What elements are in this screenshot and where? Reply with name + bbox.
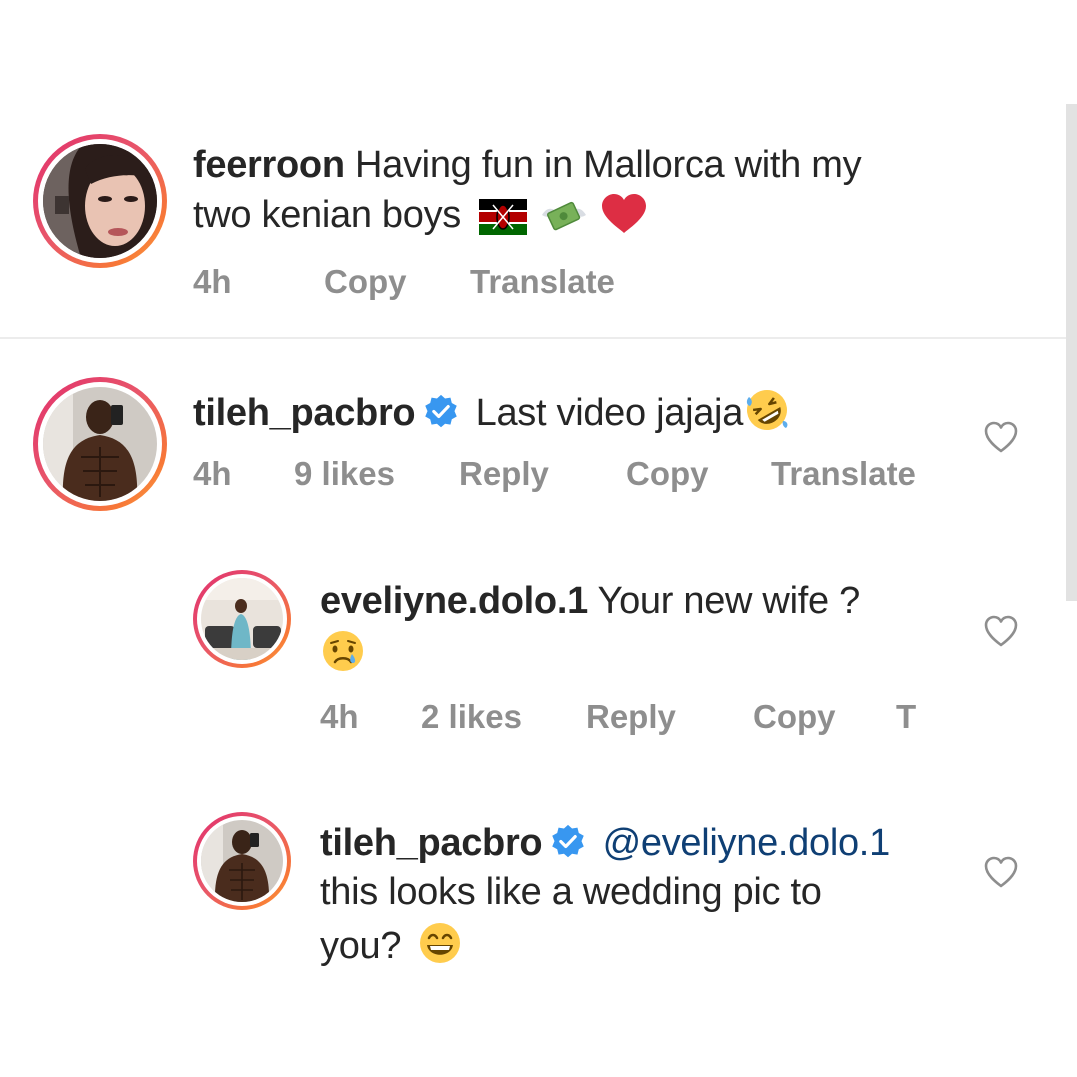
likes-count[interactable]: 9 likes xyxy=(294,455,395,493)
like-heart-icon[interactable] xyxy=(983,420,1019,454)
comment-text-line: tileh_pacbro Last video jajaja xyxy=(193,387,791,435)
verified-badge-icon xyxy=(550,824,586,860)
username[interactable]: tileh_pacbro xyxy=(193,392,416,434)
money-with-wings-icon xyxy=(540,195,588,235)
translate-button[interactable]: T xyxy=(896,698,916,736)
like-heart-icon[interactable] xyxy=(983,614,1019,648)
comment-text-line: feerroon Having fun in Mallorca with my xyxy=(193,144,862,187)
verified-badge-icon xyxy=(423,394,459,430)
avatar[interactable] xyxy=(193,812,291,910)
copy-button[interactable]: Copy xyxy=(753,698,836,736)
red-heart-icon xyxy=(600,193,648,235)
timestamp: 4h xyxy=(320,698,359,735)
reply-text-line: eveliyne.dolo.1 Your new wife ? xyxy=(320,580,860,623)
reply-text: this looks like a wedding pic to xyxy=(320,871,822,913)
timestamp: 4h xyxy=(193,263,232,300)
likes-count[interactable]: 2 likes xyxy=(421,698,522,736)
avatar-photo xyxy=(43,387,157,501)
comment-text: Last video jajaja xyxy=(475,392,744,434)
username[interactable]: feerroon xyxy=(193,144,345,186)
username[interactable]: tileh_pacbro xyxy=(320,822,543,864)
rolling-on-floor-laughing-icon xyxy=(743,387,791,433)
scrollbar[interactable] xyxy=(1066,104,1077,601)
avatar-photo xyxy=(201,820,283,902)
crying-face-icon xyxy=(320,628,366,674)
reply-text: Your new wife ? xyxy=(597,580,861,622)
timestamp: 4h xyxy=(193,455,232,492)
avatar[interactable] xyxy=(33,377,167,511)
like-heart-icon[interactable] xyxy=(983,855,1019,889)
comment-text-line: two kenian boys xyxy=(193,193,648,237)
grinning-squinting-face-icon xyxy=(417,920,463,966)
reply-text-line: this looks like a wedding pic to xyxy=(320,871,822,914)
comment-text: Having fun in Mallorca with my xyxy=(355,144,862,186)
divider xyxy=(0,337,1066,339)
reply-text-line: you? xyxy=(320,920,463,968)
comment-text: two kenian boys xyxy=(193,194,461,236)
translate-button[interactable]: Translate xyxy=(470,263,615,301)
avatar-photo xyxy=(201,578,283,660)
copy-button[interactable]: Copy xyxy=(324,263,407,301)
reply-button[interactable]: Reply xyxy=(459,455,549,493)
translate-button[interactable]: Translate xyxy=(771,455,916,493)
avatar[interactable] xyxy=(33,134,167,268)
avatar[interactable] xyxy=(193,570,291,668)
mention-link[interactable]: @eveliyne.dolo.1 xyxy=(603,822,891,864)
reply-button[interactable]: Reply xyxy=(586,698,676,736)
copy-button[interactable]: Copy xyxy=(626,455,709,493)
kenya-flag-icon xyxy=(479,199,528,235)
reply-text-line: tileh_pacbro @eveliyne.dolo.1 xyxy=(320,822,890,865)
reply-text: you? xyxy=(320,925,402,967)
username[interactable]: eveliyne.dolo.1 xyxy=(320,580,588,622)
avatar-photo xyxy=(43,144,157,258)
